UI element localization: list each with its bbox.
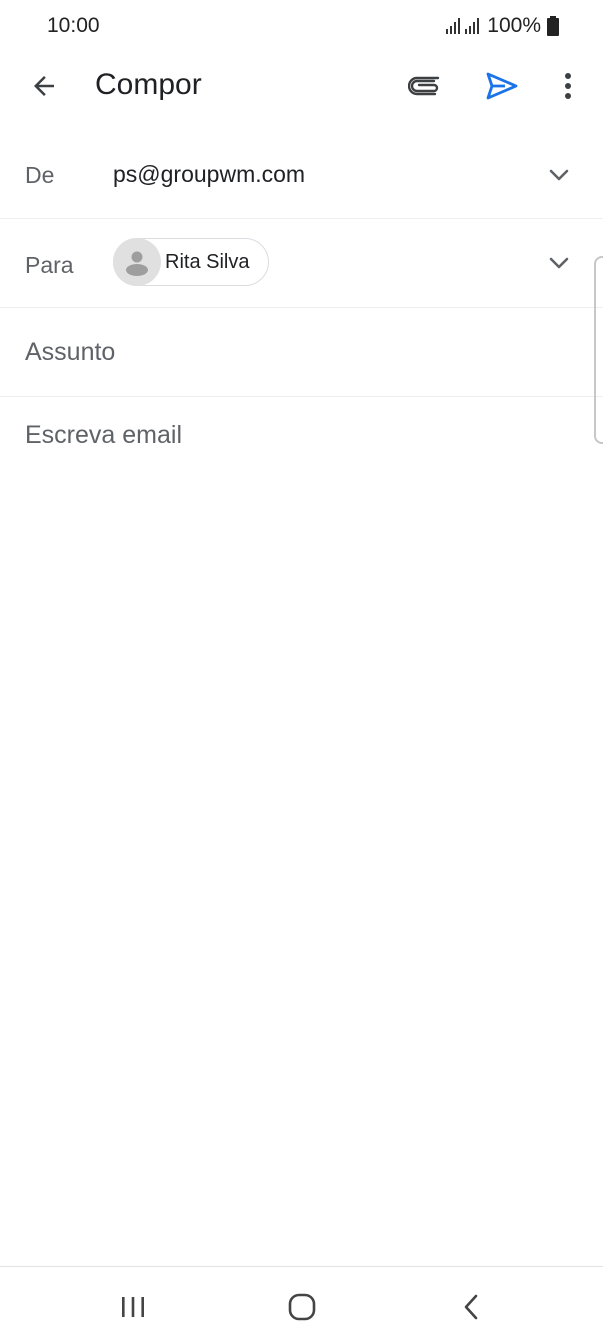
recipient-chip[interactable]: Rita Silva <box>113 238 269 286</box>
scroll-handle[interactable] <box>594 256 603 444</box>
to-row: Para Rita Silva <box>0 219 603 308</box>
system-nav-bar <box>0 1266 603 1343</box>
battery-percent: 100% <box>487 14 541 37</box>
status-bar: 10:00 100% <box>0 0 603 54</box>
arrow-back-icon[interactable] <box>20 66 68 106</box>
to-label: Para <box>25 252 74 278</box>
body-input[interactable]: Escreva email <box>25 421 182 450</box>
from-address[interactable]: ps@groupwm.com <box>113 161 305 188</box>
from-label: De <box>25 162 55 188</box>
recents-icon[interactable] <box>103 1287 163 1327</box>
chevron-down-icon[interactable] <box>540 244 578 282</box>
status-time: 10:00 <box>47 14 100 37</box>
send-icon[interactable] <box>478 66 526 106</box>
subject-row: Assunto <box>0 308 603 397</box>
home-icon[interactable] <box>272 1287 332 1327</box>
person-icon <box>126 251 148 276</box>
page-title: Compor <box>95 68 202 101</box>
compose-toolbar: Compor <box>0 54 603 118</box>
chevron-down-icon[interactable] <box>540 156 578 194</box>
signal-icon <box>446 18 480 34</box>
more-vert-icon[interactable] <box>548 66 588 106</box>
battery-icon <box>547 16 559 36</box>
avatar <box>113 238 161 286</box>
back-icon[interactable] <box>441 1287 501 1327</box>
recipient-name: Rita Silva <box>165 250 250 273</box>
status-indicators: 100% <box>445 14 559 38</box>
subject-input[interactable]: Assunto <box>25 338 115 367</box>
attach-icon[interactable] <box>400 66 452 106</box>
from-row: De ps@groupwm.com <box>0 132 603 219</box>
